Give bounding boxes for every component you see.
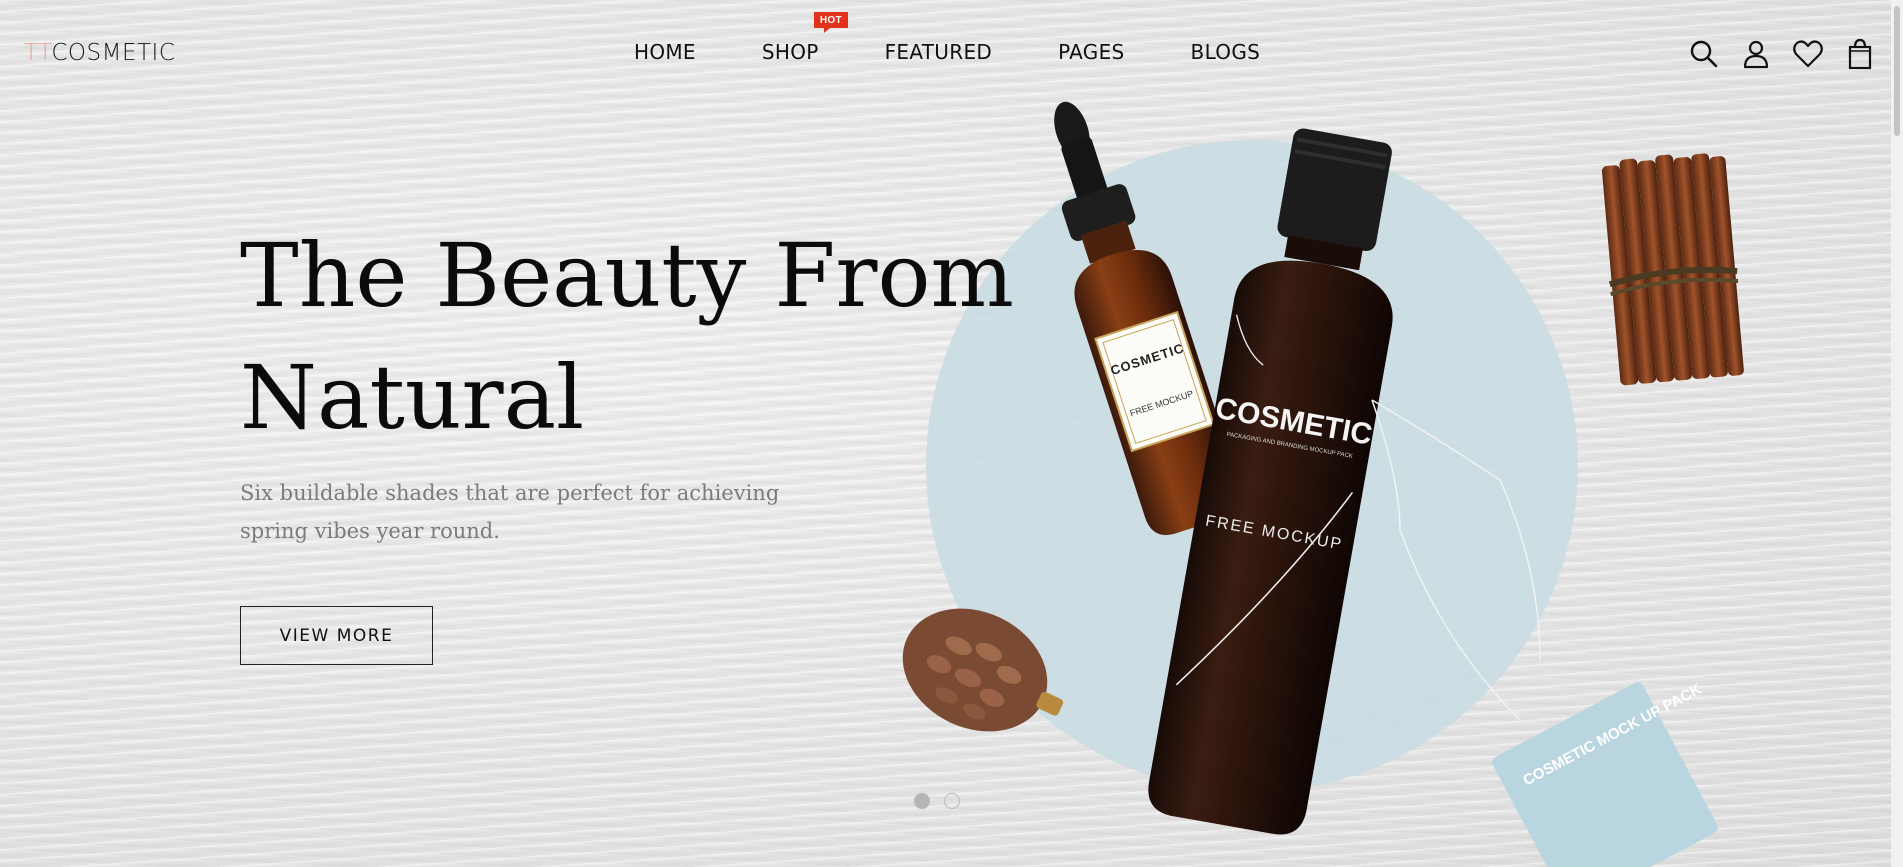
hero-subtitle-line: Six buildable shades that are perfect fo…	[240, 481, 780, 505]
scrollbar-thumb[interactable]	[1894, 6, 1900, 136]
hero-subtitle: Six buildable shades that are perfect fo…	[240, 474, 800, 550]
nav-item-featured[interactable]: FEATURED	[885, 40, 992, 64]
slider-dots	[914, 793, 960, 809]
nav-item-label: HOME	[634, 40, 696, 64]
hot-badge: HOT	[813, 12, 848, 33]
nav-item-home[interactable]: HOME	[634, 40, 696, 64]
hero-title: The Beauty From Natural	[240, 215, 1020, 459]
cinnamon-sticks	[1601, 153, 1744, 386]
hero-title-line: Natural	[240, 346, 585, 449]
hero-title-line: The Beauty From	[240, 224, 1014, 327]
nav-item-label: FEATURED	[884, 40, 993, 64]
nav-item-label: PAGES	[1058, 40, 1125, 64]
slider-dot-1[interactable]	[914, 793, 930, 809]
heart-icon[interactable]	[1792, 38, 1824, 70]
logo-prefix: TT	[24, 40, 52, 66]
main-nav: HOME SHOP HOT FEATURED PAGES BLOGS	[634, 12, 1261, 64]
nav-item-label: BLOGS	[1190, 40, 1261, 64]
nav-item-blogs[interactable]: BLOGS	[1191, 40, 1261, 64]
slider-dot-2[interactable]	[944, 793, 960, 809]
nav-item-shop[interactable]: SHOP HOT	[761, 12, 848, 64]
hero-product-image: COSMETIC FREE MOCKUP COSMETIC PACKAGING …	[902, 101, 1744, 867]
hero-subtitle-line: spring vibes year round.	[240, 519, 500, 543]
search-icon[interactable]	[1688, 38, 1720, 70]
page-scrollbar[interactable]	[1891, 0, 1903, 867]
user-icon[interactable]	[1740, 38, 1772, 70]
site-header: TTCOSMETIC HOME SHOP HOT FEATURED PAGES …	[0, 0, 1903, 106]
header-actions	[1688, 38, 1876, 70]
product-tag: COSMETIC MOCK UP PACK	[1492, 681, 1718, 867]
shopping-bag-icon[interactable]	[1844, 38, 1876, 70]
view-more-button[interactable]: VIEW MORE	[240, 606, 433, 665]
logo-main: COSMETIC	[51, 40, 176, 66]
nav-item-label: SHOP	[761, 40, 819, 64]
nav-item-pages[interactable]: PAGES	[1058, 40, 1124, 64]
site-logo[interactable]: TTCOSMETIC	[24, 40, 175, 66]
